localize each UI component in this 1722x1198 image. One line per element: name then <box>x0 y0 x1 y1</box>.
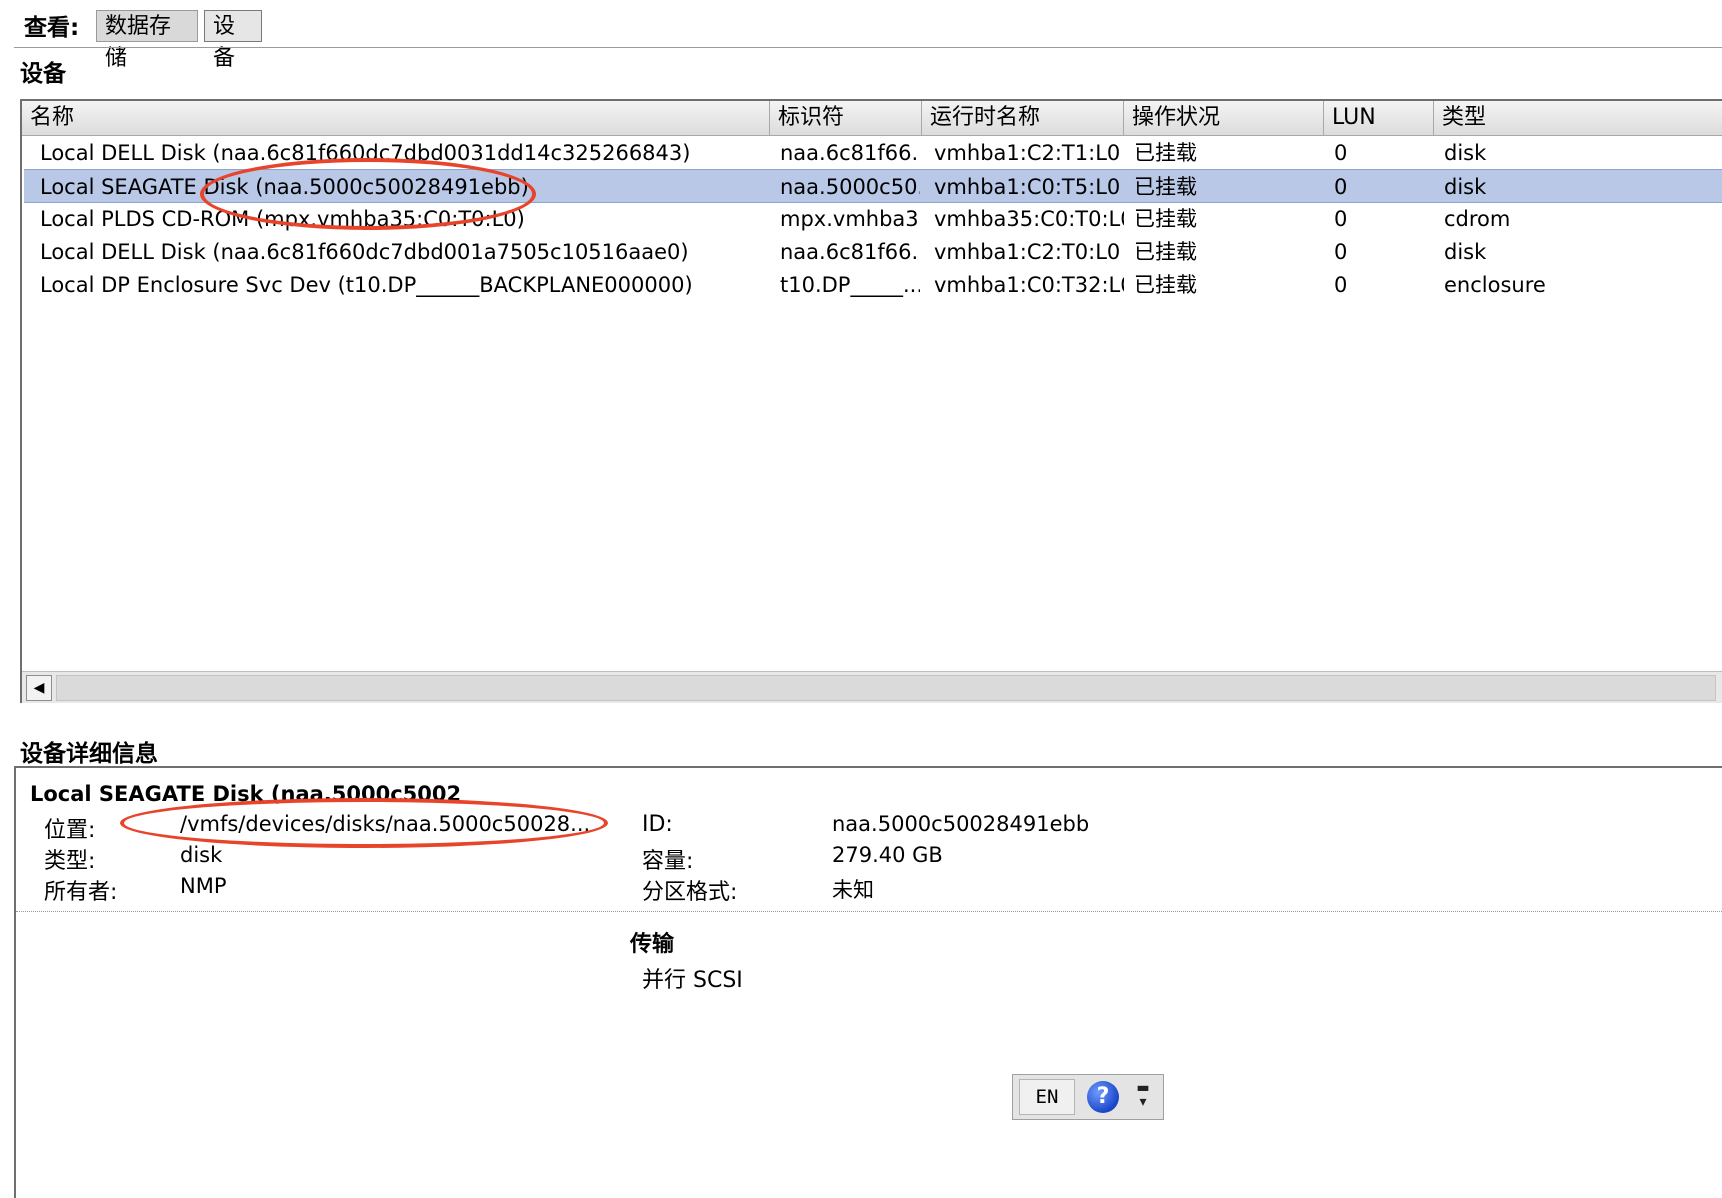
language-indicator[interactable]: EN <box>1019 1079 1075 1115</box>
column-header-status[interactable]: 操作状况 <box>1124 101 1324 135</box>
cell-name: Local SEAGATE Disk (naa.5000c50028491ebb… <box>40 175 529 199</box>
horizontal-scrollbar[interactable]: ◀ <box>22 671 1722 703</box>
language-bar: EN ? ▬ ▾ <box>1012 1074 1164 1120</box>
id-value: naa.5000c50028491ebb <box>832 812 1090 836</box>
location-label: 位置: <box>44 818 96 843</box>
cell-runtime-name: vmhba1:C0:T5:L0 <box>934 175 1121 199</box>
column-header-identifier[interactable]: 标识符 <box>770 101 922 135</box>
cell-type: cdrom <box>1444 207 1511 231</box>
cell-name: Local DELL Disk (naa.6c81f660dc7dbd0031d… <box>40 141 691 165</box>
column-header-name[interactable]: 名称 <box>22 101 770 135</box>
device-details-panel: Local SEAGATE Disk (naa.5000c5002 位置: /v… <box>14 766 1722 1198</box>
cell-runtime-name: vmhba35:C0:T0:L0 <box>934 207 1124 231</box>
cell-status: 已挂载 <box>1134 207 1197 231</box>
cell-identifier: naa.5000c50... <box>780 175 920 199</box>
scrollbar-track[interactable] <box>56 675 1716 701</box>
cell-type: disk <box>1444 175 1487 199</box>
cell-type: enclosure <box>1444 273 1546 297</box>
cell-lun: 0 <box>1334 240 1348 264</box>
capacity-value: 279.40 GB <box>832 843 943 867</box>
cell-status: 已挂载 <box>1134 141 1197 165</box>
table-row[interactable]: Local DP Enclosure Svc Dev (t10.DP______… <box>24 268 1722 302</box>
help-icon[interactable]: ? <box>1087 1081 1119 1113</box>
cell-lun: 0 <box>1334 141 1348 165</box>
transport-value: 并行 SCSI <box>642 968 743 993</box>
capacity-label: 容量: <box>642 849 694 874</box>
details-section-title: 设备详细信息 <box>20 741 158 767</box>
table-row[interactable]: Local PLDS CD-ROM (mpx.vmhba35:C0:T0:L0)… <box>24 202 1722 236</box>
cell-type: disk <box>1444 240 1487 264</box>
table-header: 名称 标识符 运行时名称 操作状况 LUN 类型 <box>22 101 1722 136</box>
scroll-left-icon[interactable]: ◀ <box>26 675 52 701</box>
header-divider <box>14 47 1722 48</box>
cell-runtime-name: vmhba1:C2:T0:L0 <box>934 240 1121 264</box>
type-label: 类型: <box>44 849 96 874</box>
menu-options-icon[interactable]: ▬ ▾ <box>1131 1081 1155 1113</box>
cell-lun: 0 <box>1334 273 1348 297</box>
cell-status: 已挂载 <box>1134 240 1197 264</box>
id-label: ID: <box>642 812 673 837</box>
cell-name: Local DELL Disk (naa.6c81f660dc7dbd001a7… <box>40 240 689 264</box>
partition-format-label: 分区格式: <box>642 880 738 905</box>
cell-name: Local PLDS CD-ROM (mpx.vmhba35:C0:T0:L0) <box>40 207 525 231</box>
owner-value: NMP <box>180 874 227 898</box>
cell-identifier: mpx.vmhba3... <box>780 207 920 231</box>
column-header-runtime-name[interactable]: 运行时名称 <box>922 101 1124 135</box>
tab-datastores[interactable]: 数据存储 <box>96 10 198 71</box>
devices-section-title: 设备 <box>20 61 66 87</box>
table-row[interactable]: Local DELL Disk (naa.6c81f660dc7dbd0031d… <box>24 136 1722 170</box>
owner-label: 所有者: <box>44 880 118 905</box>
details-divider <box>16 911 1722 912</box>
cell-status: 已挂载 <box>1134 175 1197 199</box>
tab-devices[interactable]: 设备 <box>204 10 262 71</box>
type-value: disk <box>180 843 223 867</box>
location-value: /vmfs/devices/disks/naa.5000c50028... <box>180 812 591 836</box>
cell-identifier: naa.6c81f66... <box>780 141 920 165</box>
column-header-lun[interactable]: LUN <box>1324 101 1434 135</box>
cell-name: Local DP Enclosure Svc Dev (t10.DP______… <box>40 273 693 297</box>
view-label: 查看: <box>24 15 80 41</box>
details-device-name: Local SEAGATE Disk (naa.5000c5002 <box>30 782 462 806</box>
cell-lun: 0 <box>1334 207 1348 231</box>
cell-status: 已挂载 <box>1134 273 1197 297</box>
cell-runtime-name: vmhba1:C2:T1:L0 <box>934 141 1121 165</box>
transport-title: 传输 <box>630 932 675 957</box>
table-row-selected[interactable]: Local SEAGATE Disk (naa.5000c50028491ebb… <box>24 169 1722 203</box>
cell-identifier: t10.DP_____... <box>780 273 920 297</box>
cell-type: disk <box>1444 141 1487 165</box>
cell-lun: 0 <box>1334 175 1348 199</box>
partition-format-value: 未知 <box>832 878 874 902</box>
table-row[interactable]: Local DELL Disk (naa.6c81f660dc7dbd001a7… <box>24 235 1722 269</box>
cell-identifier: naa.6c81f66... <box>780 240 920 264</box>
column-header-type[interactable]: 类型 <box>1434 101 1722 135</box>
devices-table: 名称 标识符 运行时名称 操作状况 LUN 类型 Local DELL Disk… <box>20 99 1722 703</box>
cell-runtime-name: vmhba1:C0:T32:L0 <box>934 273 1124 297</box>
